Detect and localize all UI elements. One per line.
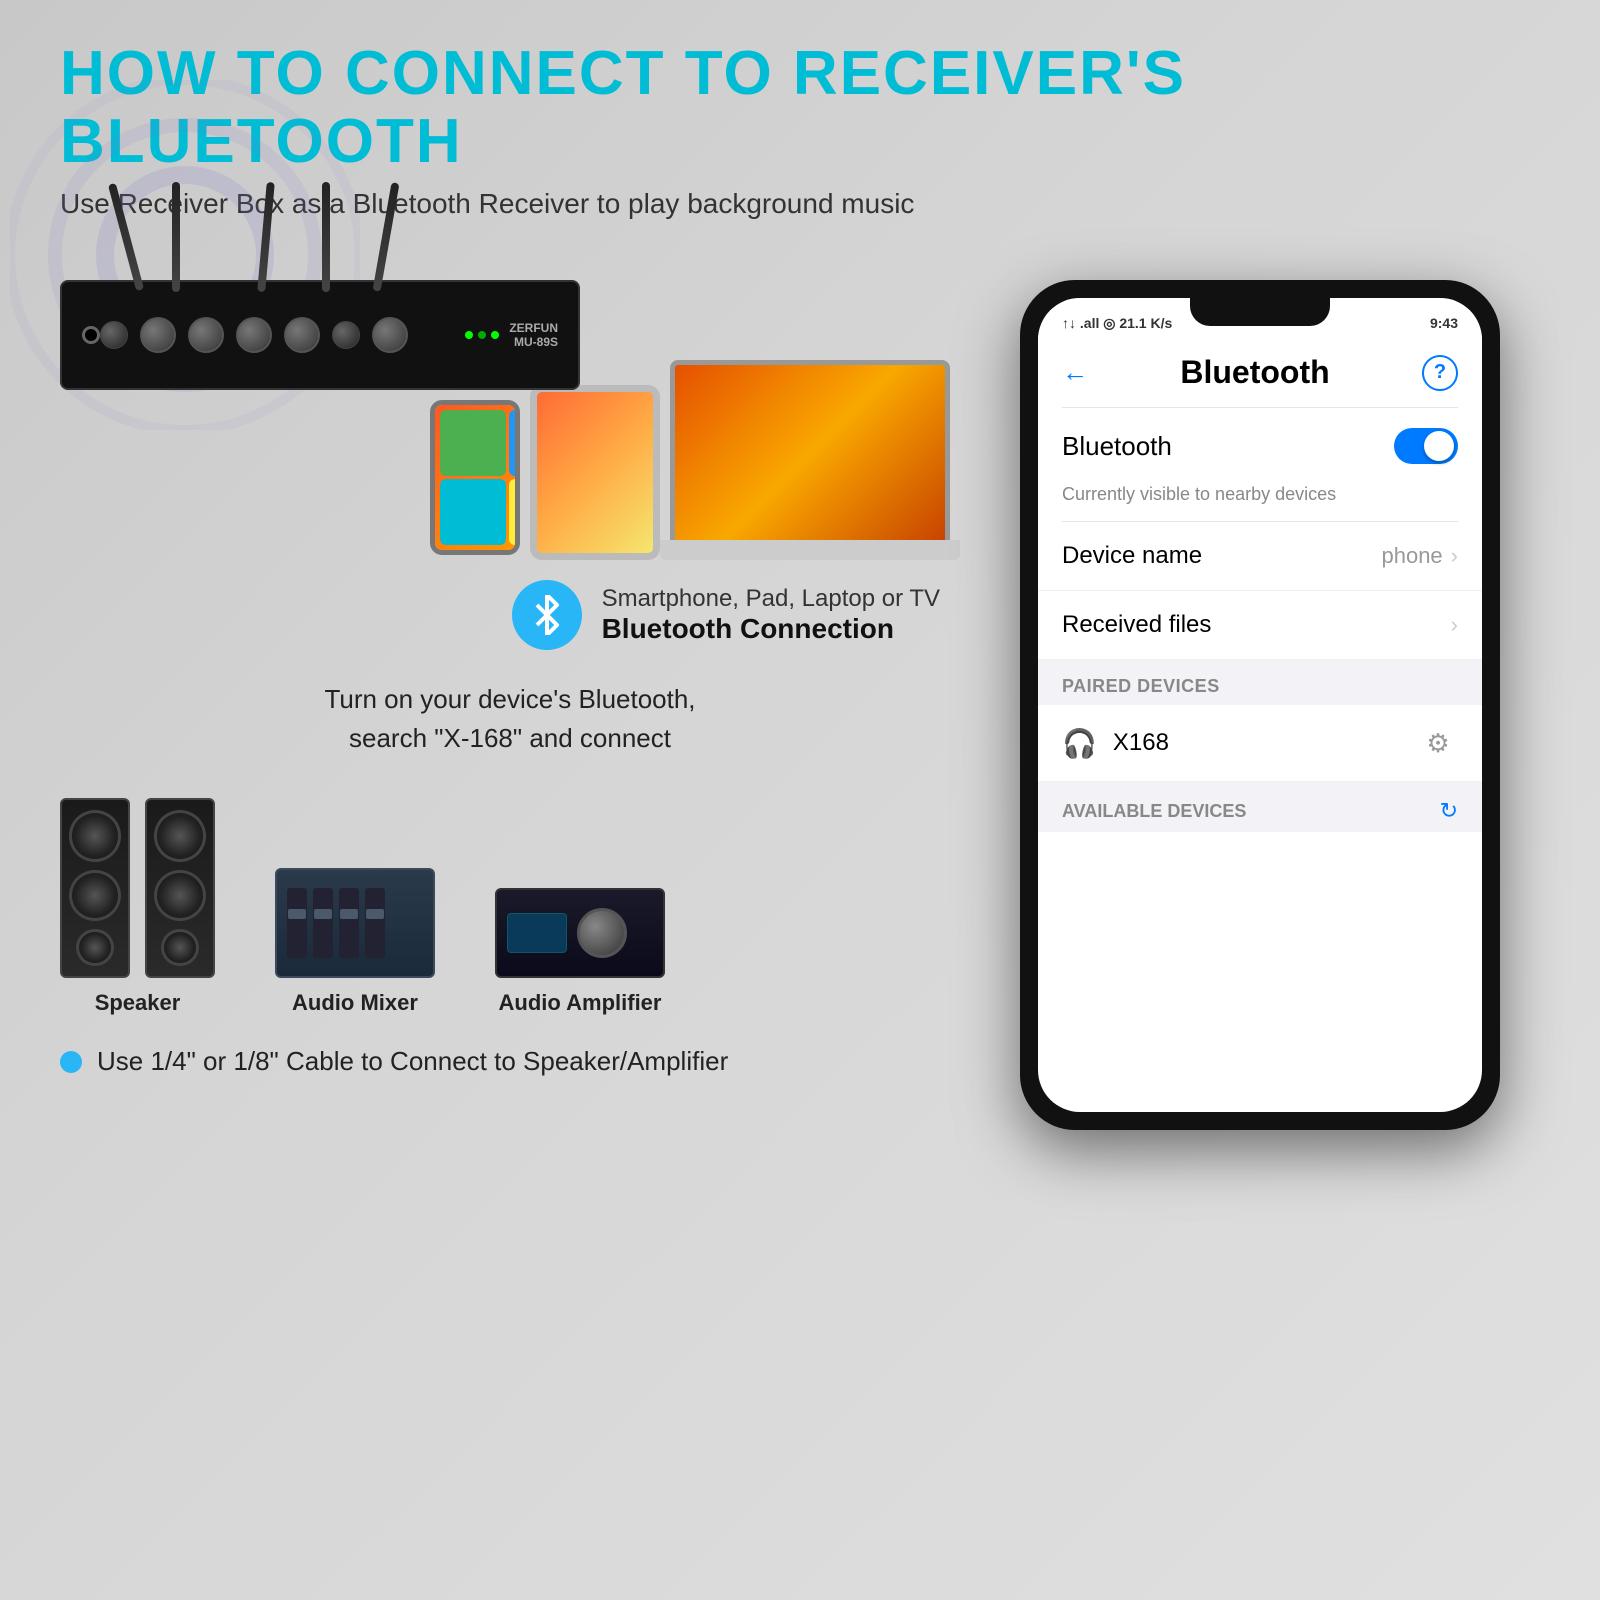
mic-jack [82,326,100,344]
led-2 [478,331,486,339]
small-phone-image [430,400,520,555]
amplifier-box [495,888,665,978]
instruction-text: Turn on your device's Bluetooth,search "… [60,680,960,758]
speaker-driver-mid-l [69,870,121,921]
speaker-left [60,798,130,978]
knob-mic-a [140,317,176,353]
available-devices-section: AVAILABLE DEVICES ↻ [1038,782,1482,832]
right-section: ↑↓ .all ◎ 21.1 K/s 9:43 ← Bluetooth ? [980,260,1540,1130]
knob-mic-d [284,317,320,353]
knob-mic-c [236,317,272,353]
led-3 [491,331,499,339]
mixer-fader-4 [365,888,385,958]
receiver-device: ZERFUN MU-89S [60,280,580,390]
bluetooth-toggle-label: Bluetooth [1062,431,1172,462]
mixer-label: Audio Mixer [292,990,418,1016]
device-name-row[interactable]: Device name phone › [1038,522,1482,591]
knob-mic-vol [100,321,128,349]
bluetooth-connection-info: Smartphone, Pad, Laptop or TV Bluetooth … [60,580,960,650]
bluetooth-header: ← Bluetooth ? [1038,338,1482,407]
phone-notch [1190,298,1330,326]
mixer-fader-1 [287,888,307,958]
main-layout: ZERFUN MU-89S [60,260,1540,1130]
led-1 [465,331,473,339]
receiver-knobs [100,317,455,353]
antenna-4 [322,182,330,292]
amp-knob [577,908,627,958]
phone-screen: ↑↓ .all ◎ 21.1 K/s 9:43 ← Bluetooth ? [1038,298,1482,1112]
app-icon-1 [440,410,506,476]
phone-shell: ↑↓ .all ◎ 21.1 K/s 9:43 ← Bluetooth ? [1020,280,1500,1130]
received-files-row[interactable]: Received files › [1038,591,1482,660]
mixer-box [275,868,435,978]
knob-echo [332,321,360,349]
cable-text: Use 1/4" or 1/8" Cable to Connect to Spe… [97,1046,728,1077]
mixer-item: Audio Mixer [275,868,435,1016]
receiver-area: ZERFUN MU-89S [60,280,960,390]
bluetooth-connection-text: Smartphone, Pad, Laptop or TV Bluetooth … [602,585,940,645]
led-indicators [465,331,499,339]
speaker-pair [60,798,215,978]
speaker-driver-top-l [69,810,121,861]
knob-music [372,317,408,353]
headphone-icon: 🎧 [1062,727,1097,760]
mixer-fader-3 [339,888,359,958]
app-icon-5 [440,479,506,545]
laptop-image [670,360,960,560]
bluetooth-visible-text: Currently visible to nearby devices [1038,484,1482,521]
app-icon-2 [509,410,520,476]
cable-dot-icon [60,1051,82,1073]
bottom-equipment: Speaker Audio Mixer [60,798,960,1016]
speaker-driver-bot-r [161,929,199,966]
antenna-2 [172,182,180,292]
knob-mic-b [188,317,224,353]
amplifier-item: Audio Amplifier [495,888,665,1016]
paired-device-name: X168 [1113,729,1402,757]
status-left-text: ↑↓ .all ◎ 21.1 K/s [1062,315,1172,332]
amp-display [507,913,567,953]
bluetooth-badge [512,580,582,650]
speaker-driver-mid-r [154,870,206,921]
back-arrow-icon[interactable]: ← [1062,357,1088,388]
speaker-right [145,798,215,978]
status-time: 9:43 [1430,315,1458,331]
chevron-icon-1: › [1451,543,1458,569]
paired-device-x168[interactable]: 🎧 X168 ⚙ [1038,705,1482,782]
phone-container: ↑↓ .all ◎ 21.1 K/s 9:43 ← Bluetooth ? [1020,280,1500,1130]
phone-screen-preview [435,405,515,550]
help-button[interactable]: ? [1422,355,1458,391]
chevron-icon-2: › [1451,612,1458,638]
speaker-driver-bot-l [76,929,114,966]
speaker-item: Speaker [60,798,215,1016]
device-name-label: Device name [1062,542,1202,570]
device-name-value: phone › [1381,543,1458,569]
amplifier-label: Audio Amplifier [499,990,662,1016]
speaker-driver-top-r [154,810,206,861]
mixer-fader-2 [313,888,333,958]
receiver-brand: ZERFUN MU-89S [509,321,558,349]
bluetooth-screen-title: Bluetooth [1180,354,1329,391]
laptop-hinge [660,540,960,560]
bluetooth-toggle[interactable] [1394,428,1458,464]
gear-button[interactable]: ⚙ [1418,723,1458,763]
refresh-icon[interactable]: ↻ [1440,798,1458,824]
received-files-label: Received files [1062,611,1211,639]
cable-note: Use 1/4" or 1/8" Cable to Connect to Spe… [60,1046,960,1077]
bluetooth-icon [527,595,567,635]
bluetooth-toggle-row: Bluetooth [1038,408,1482,484]
app-icon-6 [509,479,520,545]
speaker-label: Speaker [95,990,181,1016]
page-content: HOW TO CONNECT TO RECEIVER'S BLUETOOTH U… [0,0,1600,1170]
available-devices-header: AVAILABLE DEVICES [1062,801,1246,822]
tablet-image [530,385,660,560]
left-section: ZERFUN MU-89S [60,260,960,1130]
paired-devices-header: PAIRED DEVICES [1038,660,1482,705]
